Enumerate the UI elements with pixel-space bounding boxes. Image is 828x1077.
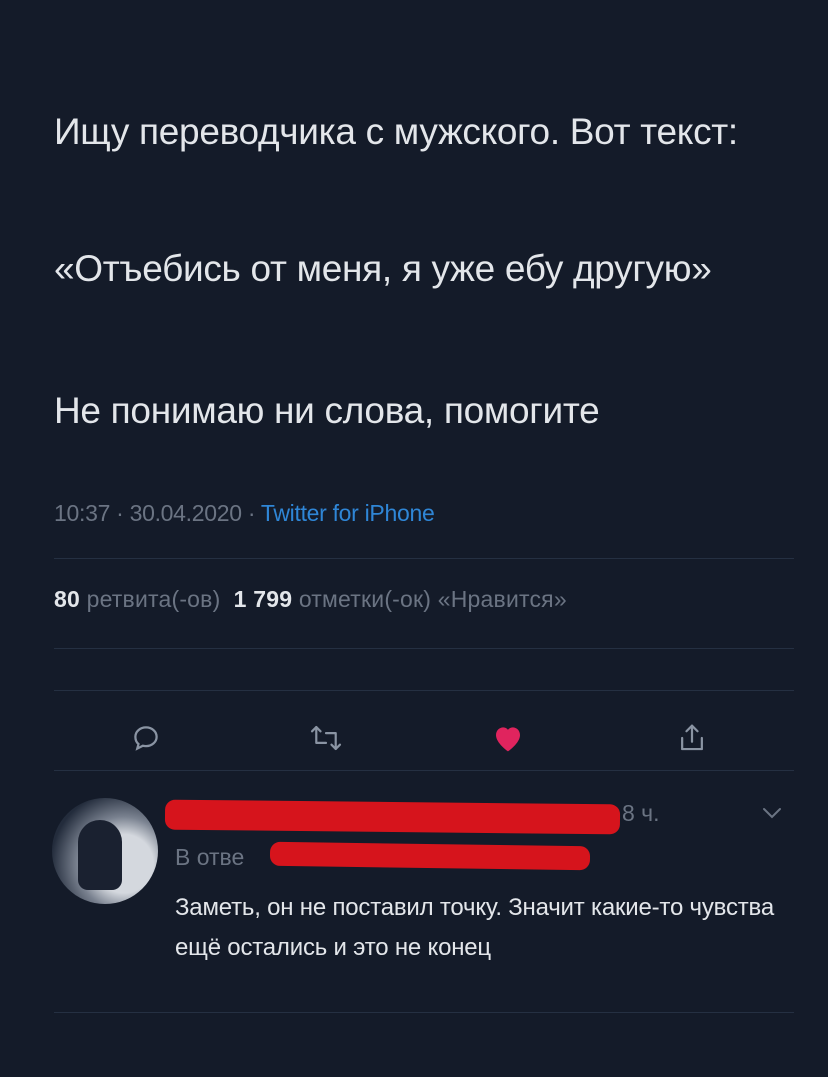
tweet-text-paragraph-3: Не понимаю ни слова, помогите: [54, 390, 600, 431]
avatar[interactable]: [52, 798, 158, 904]
tweet-text-paragraph-2: «Отъебись от меня, я уже ебу другую»: [54, 248, 712, 289]
tweet-source-link[interactable]: Twitter for iPhone: [261, 500, 435, 526]
reply-to-prefix: В отве: [175, 844, 245, 870]
avatar-figure: [78, 820, 122, 890]
tweet-time: 10:37: [54, 500, 111, 526]
tweet-text-paragraph-1: Ищу переводчика с мужского. Вот текст:: [54, 111, 738, 152]
reply-to-line: В отве: [175, 844, 244, 871]
reply-text: Заметь, он не поставил точку. Значит как…: [175, 894, 774, 961]
redaction-mark: [164, 799, 621, 835]
share-icon[interactable]: [672, 718, 712, 758]
tweet-date[interactable]: 30.04.2020: [130, 500, 242, 526]
chevron-down-icon[interactable]: [762, 806, 782, 824]
retweets-stat[interactable]: 80 ретвита(-ов): [54, 586, 220, 612]
divider: [54, 558, 794, 559]
divider: [54, 648, 794, 649]
likes-label: отметки(-ок) «Нравится»: [298, 586, 567, 612]
heart-icon[interactable]: [488, 718, 528, 758]
retweets-label: ретвита(-ов): [86, 586, 221, 612]
meta-dot: ·: [247, 500, 261, 526]
redaction-mark: [269, 841, 591, 871]
divider: [54, 690, 794, 691]
meta-dot: ·: [116, 500, 130, 526]
reply-time: 8 ч.: [622, 800, 660, 826]
retweets-count: 80: [54, 586, 80, 612]
tweet-meta: 10:37 · 30.04.2020 · Twitter for iPhone: [54, 500, 435, 527]
tweet-detail: Ищу переводчика с мужского. Вот текст: «…: [0, 0, 828, 1077]
likes-stat[interactable]: 1 799 отметки(-ок) «Нравится»: [234, 586, 567, 612]
divider: [54, 1012, 794, 1013]
reply-tweet[interactable]: 8 ч. В отве Заметь, он не поставил точку…: [0, 780, 828, 1077]
retweet-icon[interactable]: [306, 718, 346, 758]
likes-count: 1 799: [233, 586, 293, 612]
divider: [54, 770, 794, 771]
comment-icon[interactable]: [126, 718, 166, 758]
tweet-stats: 80 ретвита(-ов) 1 799 отметки(-ок) «Нрав…: [54, 586, 567, 613]
tweet-action-bar: [0, 718, 828, 758]
